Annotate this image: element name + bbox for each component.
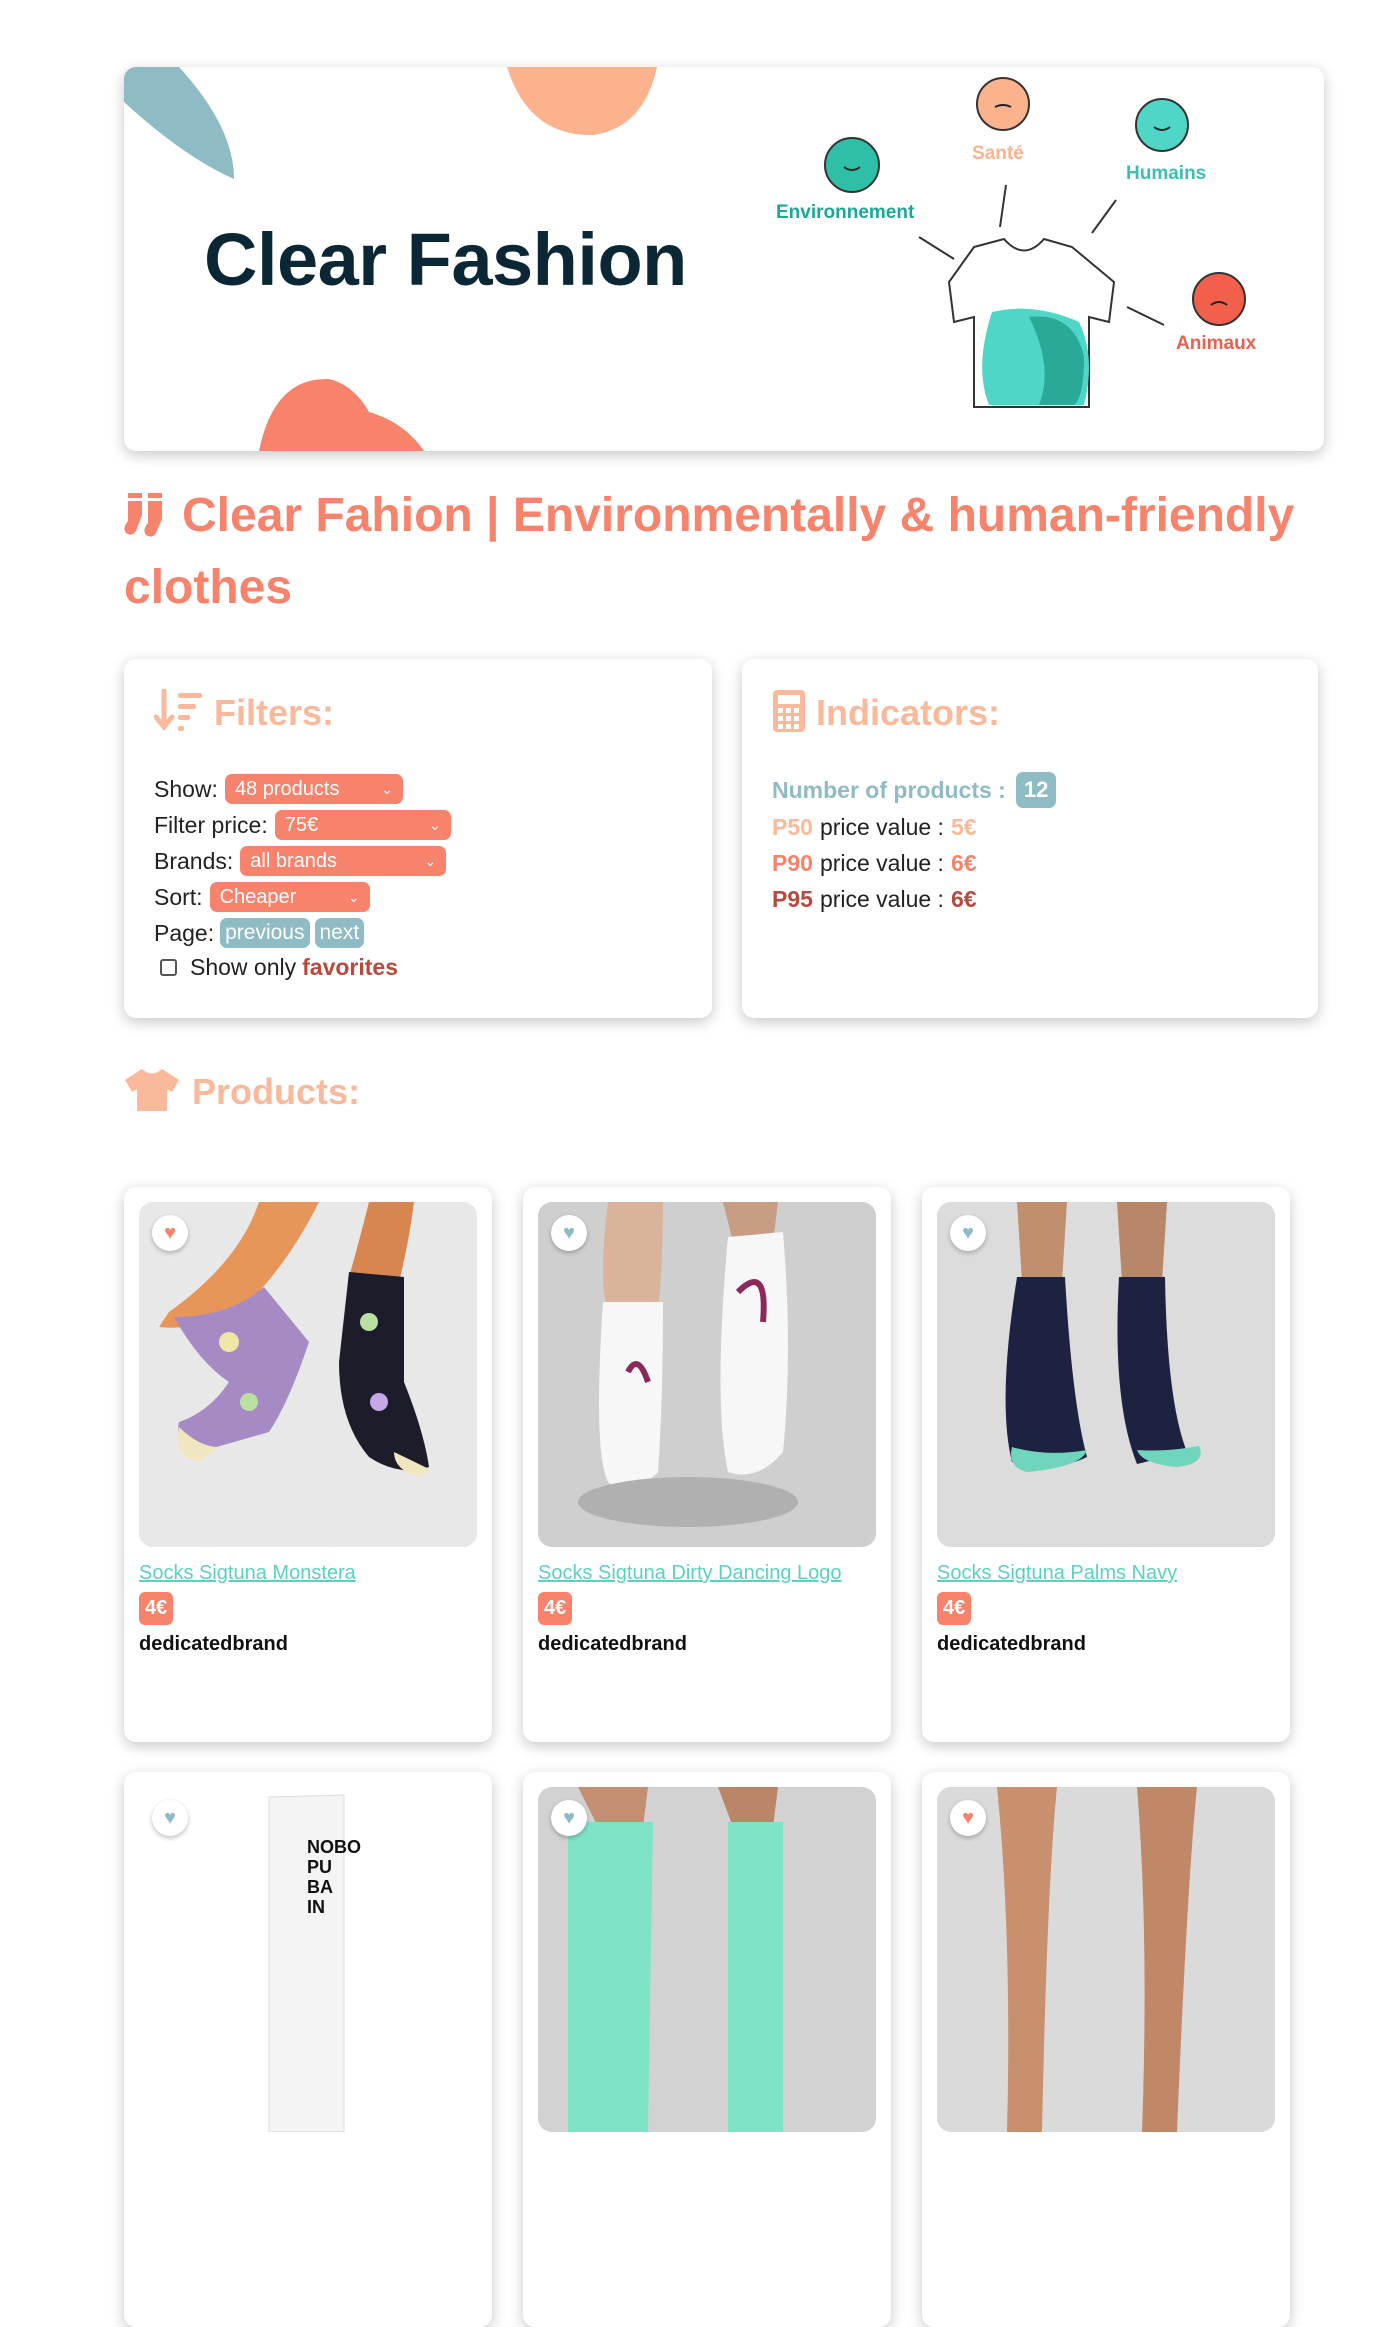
product-image[interactable]: ♥ [937,1787,1275,2132]
heart-icon: ♥ [962,1221,974,1244]
product-name-link[interactable]: Socks Sigtuna Palms Navy [937,1562,1177,1585]
brands-select-value: all brands [250,849,337,872]
product-price: 4€ [139,1592,174,1625]
heart-icon: ♥ [563,1221,575,1244]
product-card: NOBO PU BA IN ♥ [124,1772,492,2327]
page-label: Page: [154,919,215,946]
price-row: Filter price: 75€ ⌄ [154,810,451,840]
next-button[interactable]: next [314,918,365,948]
p50-value: 5€ [950,814,977,840]
heart-icon: ♥ [962,1806,974,1829]
product-image-text: NOBO PU BA IN [307,1837,361,1917]
count-badge: 12 [1015,772,1057,808]
p95-label: price value : [819,886,944,912]
favorite-button[interactable]: ♥ [152,1215,188,1251]
price-label: Filter price: [154,811,268,838]
favorite-button[interactable]: ♥ [551,1215,587,1251]
sort-row: Sort: Cheaper ⌄ [154,882,370,912]
products-title: Products: [124,1068,360,1113]
product-brand: dedicatedbrand [139,1633,288,1655]
brands-row: Brands: all brands ⌄ [154,846,447,876]
product-brand: dedicatedbrand [538,1633,687,1655]
product-name-link[interactable]: Socks Sigtuna Dirty Dancing Logo [538,1562,842,1585]
p50-label: price value : [819,814,944,840]
p50-key: P50 [772,814,813,840]
label-health: Santé [972,143,1024,164]
show-select-value: 48 products [234,777,340,800]
show-label: Show: [154,775,218,802]
favorite-button[interactable]: ♥ [950,1800,986,1836]
p95-row: P95 price value : 6€ [772,886,977,913]
favorites-row: Show only favorites [154,954,398,981]
p50-row: P50 price value : 5€ [772,814,977,841]
previous-button[interactable]: previous [220,918,310,948]
filter-sort-icon [153,688,202,732]
product-card: ♥ [922,1772,1290,2327]
p95-key: P95 [772,886,813,912]
chevron-down-icon: ⌄ [381,780,393,797]
product-name-link[interactable]: Socks Sigtuna Monstera [139,1562,356,1585]
chevron-down-icon: ⌄ [429,816,441,833]
socks-icon [124,493,162,537]
label-humans: Humains [1126,163,1207,184]
indicators-title-text: Indicators: [816,692,1001,733]
p90-value: 6€ [950,850,977,876]
page-title-text: Clear Fahion | Environmentally & human-f… [124,489,1295,614]
brands-label: Brands: [154,847,234,874]
product-card: ♥ Socks Sigtuna Monstera 4€ dedicatedbra… [124,1187,492,1742]
price-select[interactable]: 75€ ⌄ [274,810,451,840]
show-row: Show: 48 products ⌄ [154,774,403,804]
favorites-prefix: Show only [190,954,297,980]
p90-row: P90 price value : 6€ [772,850,977,877]
filters-panel: Filters: Show: 48 products ⌄ Filter pric… [124,659,712,1018]
chevron-down-icon: ⌄ [424,852,437,869]
product-card: ♥ Socks Sigtuna Dirty Dancing Logo 4€ de… [523,1187,891,1742]
page-title: Clear Fahion | Environmentally & human-f… [124,480,1344,624]
count-label: Number of products : [772,776,1006,803]
product-image[interactable]: NOBO PU BA IN ♥ [139,1787,477,2132]
heart-icon: ♥ [164,1806,176,1829]
favorite-button[interactable]: ♥ [152,1800,188,1836]
count-row: Number of products : 12 [772,772,1057,808]
tshirt-icon [125,1069,179,1111]
product-image[interactable]: ♥ [538,1202,876,1547]
heart-icon: ♥ [164,1221,176,1244]
products-title-text: Products: [192,1071,361,1112]
banner-title: Clear Fashion [204,218,687,301]
product-price: 4€ [538,1592,573,1625]
indicators-panel: Indicators: Number of products : 12 P50 … [742,659,1318,1018]
product-image[interactable]: ♥ [937,1202,1275,1547]
p90-key: P90 [772,850,813,876]
label-animals: Animaux [1176,333,1257,354]
page-row: Page: previous next [154,918,365,948]
product-card: ♥ Socks Sigtuna Palms Navy 4€ dedicatedb… [922,1187,1290,1742]
product-image[interactable]: ♥ [538,1787,876,2132]
banner: Clear Fashion Environnement Santé Humain… [124,67,1324,451]
brands-select[interactable]: all brands ⌄ [240,846,447,876]
sort-select-value: Cheaper [219,885,297,908]
filters-title: Filters: [153,688,335,734]
p90-label: price value : [819,850,944,876]
favorite-button[interactable]: ♥ [950,1215,986,1251]
product-card: ♥ [523,1772,891,2327]
favorites-word: favorites [302,954,398,980]
filters-title-text: Filters: [214,692,335,733]
product-image[interactable]: ♥ [139,1202,477,1547]
show-select[interactable]: 48 products ⌄ [224,774,403,804]
indicators-title: Indicators: [772,689,1000,734]
calculator-icon [773,690,805,732]
chevron-down-icon: ⌄ [347,888,360,905]
favorite-button[interactable]: ♥ [551,1800,587,1836]
sort-select[interactable]: Cheaper ⌄ [209,882,370,912]
favorites-checkbox[interactable] [160,959,177,976]
sort-label: Sort: [154,883,203,910]
label-environment: Environnement [776,202,915,223]
heart-icon: ♥ [563,1806,575,1829]
price-select-value: 75€ [284,813,319,836]
product-price: 4€ [937,1592,972,1625]
p95-value: 6€ [950,886,977,912]
product-brand: dedicatedbrand [937,1633,1086,1655]
